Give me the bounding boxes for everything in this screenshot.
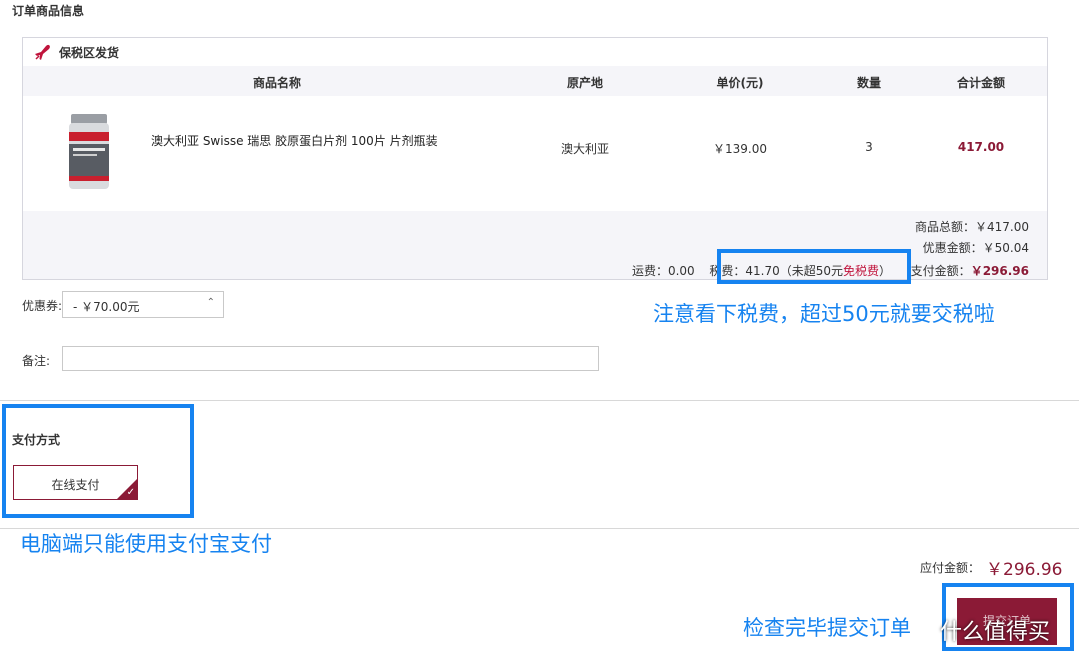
fees-line: 运费：0.00 税费：41.70（未超50元免税费） 支付金额：￥296.96 xyxy=(632,262,1029,279)
check-icon: ✓ xyxy=(126,487,135,498)
note-label: 备注: xyxy=(22,354,51,368)
pay-amount: ￥296.96 xyxy=(970,264,1029,278)
watermark-logo: 什么值得买 xyxy=(940,620,1051,645)
discount-amount: 优惠金额：￥50.04 xyxy=(922,241,1029,255)
tax-annotation: 注意看下税费，超过50元就要交税啦 xyxy=(653,302,995,326)
column-header-quantity: 数量 xyxy=(856,76,881,90)
column-header-unit-price: 单价(元) xyxy=(716,76,764,90)
note-input[interactable] xyxy=(62,346,599,371)
product-unit-price: ￥139.00 xyxy=(713,142,767,156)
table-header: 商品名称 原产地 单价(元) 数量 合计金额 xyxy=(23,66,1047,96)
product-quantity: 3 xyxy=(865,140,873,154)
payment-highlight-box xyxy=(2,404,194,518)
payment-method-title: 支付方式 xyxy=(12,433,61,447)
product-subtotal: 417.00 xyxy=(957,140,1005,154)
coupon-value: - ￥70.00元 xyxy=(73,300,140,314)
chevron-up-icon: ⌃ xyxy=(206,297,215,308)
tax-fee: 税费：41.70（未超50元免税费） xyxy=(709,264,892,278)
submit-annotation: 检查完毕提交订单 xyxy=(743,616,911,640)
coupon-label: 优惠券: xyxy=(22,299,63,313)
bonded-shipping-label: 保税区发货 xyxy=(59,46,120,60)
order-summary: 商品总额：￥417.00 优惠金额：￥50.04 运费：0.00 税费：41.7… xyxy=(23,211,1047,279)
shipping-fee: 运费：0.00 xyxy=(631,264,695,278)
product-image[interactable] xyxy=(63,112,115,192)
plane-icon xyxy=(33,43,53,63)
column-header-origin: 原产地 xyxy=(566,76,603,90)
payable-amount: ￥296.96 xyxy=(986,560,1063,580)
section-title: 订单商品信息 xyxy=(12,4,85,18)
payable-label: 应付金额： xyxy=(920,561,981,575)
column-header-subtotal: 合计金额 xyxy=(956,76,1005,90)
product-name-link[interactable]: 澳大利亚 Swisse 瑞思 胶原蛋白片剂 100片 片剂瓶装 xyxy=(151,132,438,149)
product-origin: 澳大利亚 xyxy=(560,142,609,156)
goods-total: 商品总额：￥417.00 xyxy=(915,220,1029,234)
bonded-shipping-header: 保税区发货 xyxy=(23,38,1047,66)
online-payment-option[interactable]: 在线支付 ✓ xyxy=(13,465,138,500)
divider xyxy=(0,400,1079,401)
column-header-name: 商品名称 xyxy=(252,76,301,90)
table-row: 澳大利亚 Swisse 瑞思 胶原蛋白片剂 100片 片剂瓶装 澳大利亚 ￥13… xyxy=(23,96,1047,211)
payment-annotation: 电脑端只能使用支付宝支付 xyxy=(20,532,272,556)
pay-amount-label: 支付金额： xyxy=(910,264,971,278)
coupon-select[interactable]: - ￥70.00元 ⌃ xyxy=(62,291,224,318)
order-items-panel: 保税区发货 商品名称 原产地 单价(元) 数量 合计金额 澳大利亚 Swisse… xyxy=(22,37,1048,280)
